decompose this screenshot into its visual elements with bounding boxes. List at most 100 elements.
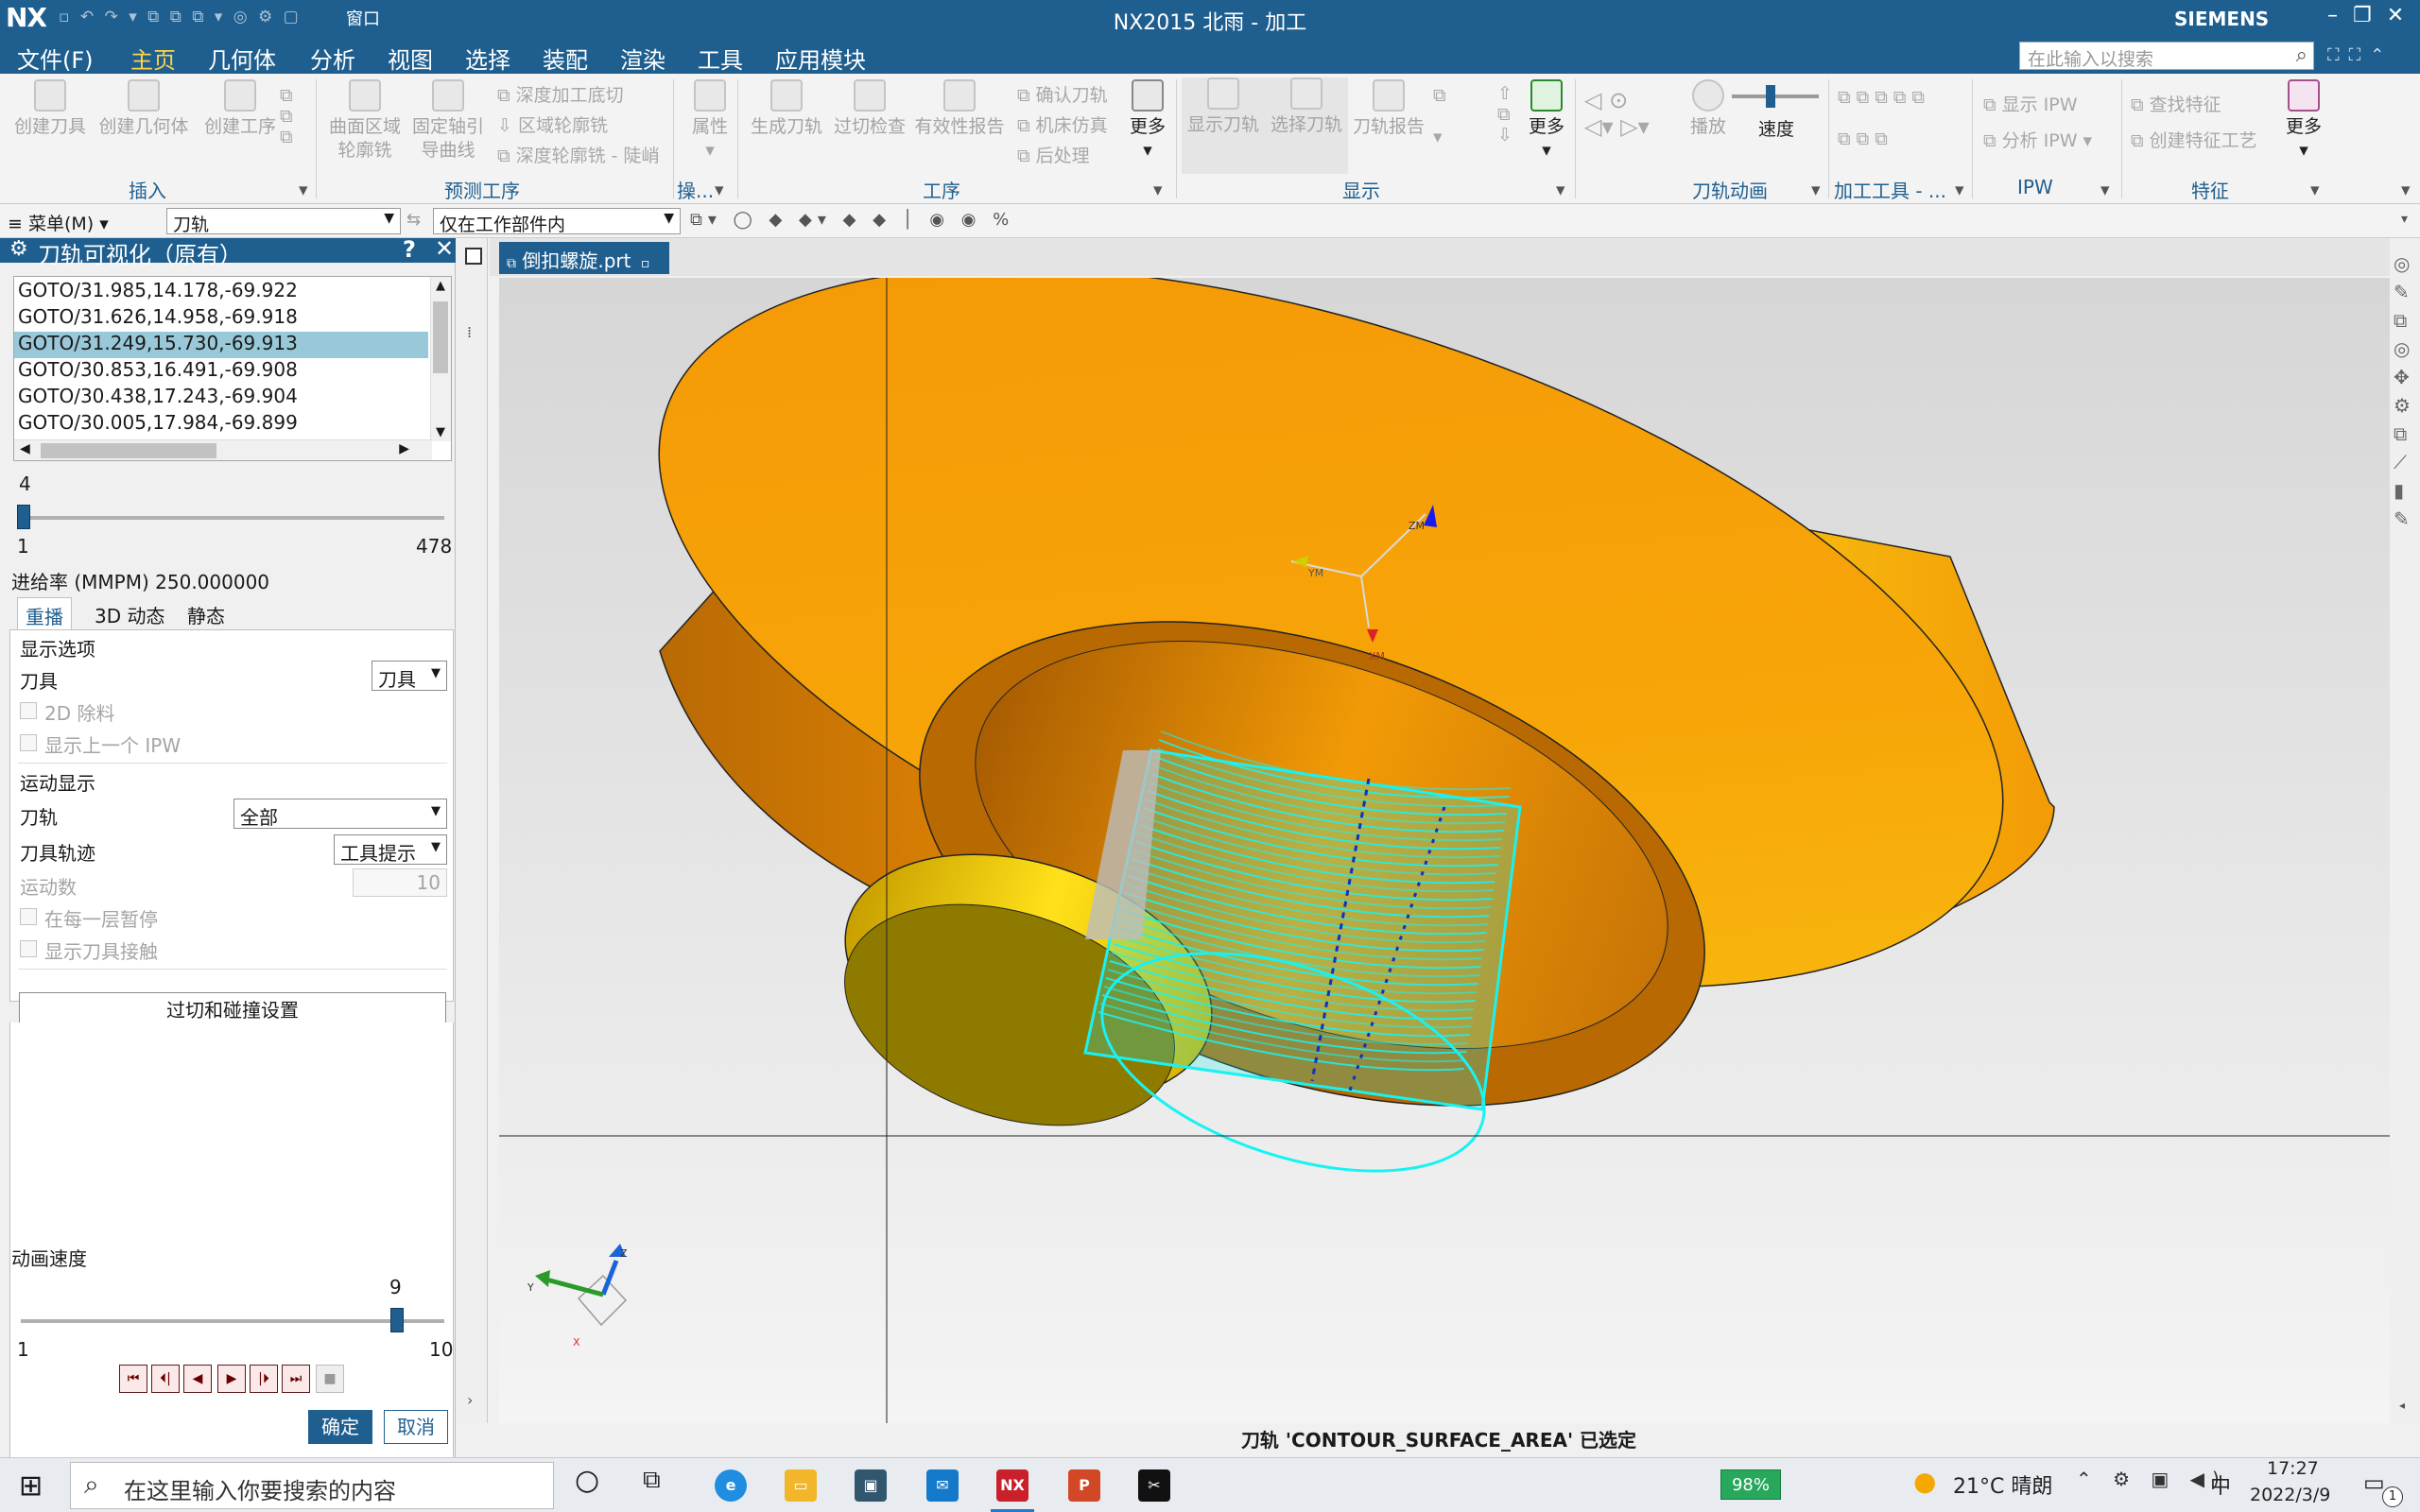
list-item[interactable]: GOTO/31.626,14.958,-69.918 (14, 305, 428, 332)
menu-render[interactable]: 渲染 (620, 42, 666, 75)
window-extra-icons[interactable]: ⛶⛶⌃ (2327, 45, 2394, 65)
nx-taskbar-icon[interactable]: NX (996, 1469, 1028, 1502)
step-back-button[interactable]: ⏴| (151, 1365, 180, 1393)
expand-icon[interactable]: › (467, 1391, 473, 1409)
feature-more-button[interactable]: 更多 ▾ (2278, 79, 2329, 163)
group-anim-expand-icon[interactable]: ▾ (1811, 180, 1821, 200)
scroll-thumb[interactable] (433, 301, 448, 373)
group-process-expand-icon[interactable]: ▾ (1153, 180, 1163, 200)
resource-bar-icons[interactable]: ◎ ✎ ⧉ ◎ ✥ ⚙ ⧉ ⟋ ▮ ✎ (2394, 249, 2411, 533)
part-model-view[interactable]: ZM YM XM Z Y X (499, 266, 2390, 1423)
anim-speed-track[interactable] (1732, 94, 1819, 98)
command-search-input[interactable]: 在此输入以搜索 ⌕ (2019, 42, 2314, 70)
type-filter-dropdown[interactable]: 刀轨 ▼ (166, 208, 401, 235)
battery-indicator[interactable]: 98% (1720, 1469, 1781, 1500)
window-controls[interactable]: –❐✕ (2327, 4, 2419, 27)
cancel-button[interactable]: 取消 (384, 1410, 448, 1444)
system-tray-icons[interactable]: ⌃ ⚙ ▣ ◀) (2076, 1468, 2227, 1490)
machine-simulation-button[interactable]: ⧉ 机床仿真 (1017, 112, 1108, 137)
play-forward-button[interactable]: ▶ (217, 1365, 246, 1393)
goto-start-button[interactable]: ⏮ (119, 1365, 147, 1393)
menu-applications[interactable]: 应用模块 (775, 42, 866, 75)
list-item[interactable]: GOTO/30.438,17.243,-69.904 (14, 385, 428, 411)
toolpath-report-button[interactable]: 刀轨报告 (1348, 79, 1429, 139)
toolbar-collapse-icon[interactable]: ▾ (2401, 212, 2408, 227)
insert-small-icons[interactable]: ⧉ ⧉ ⧉ (280, 85, 293, 147)
scroll-left-icon[interactable]: ◀ (20, 441, 30, 456)
search-icon[interactable]: ⌕ (2296, 43, 2308, 67)
mail-icon[interactable]: ✉ (926, 1469, 959, 1502)
anim-speed-slider-track[interactable] (21, 1319, 444, 1323)
depth-contour-steep-button[interactable]: ⧉ 深度轮廓铣 - 陡峭 (497, 142, 660, 167)
create-feature-process-button[interactable]: ⧉ 创建特征工艺 (2131, 127, 2257, 152)
display-small-icons[interactable]: ⧉ ▾ (1433, 85, 1446, 147)
properties-button[interactable]: 属性 ▾ (679, 79, 741, 163)
pause-each-layer-checkbox[interactable] (20, 908, 37, 925)
postprocess-button[interactable]: ⧉ 后处理 (1017, 142, 1090, 167)
create-operation-button[interactable]: 创建工序 (195, 79, 285, 139)
store-icon[interactable]: ▣ (855, 1469, 887, 1502)
filter-icon[interactable]: ⇆ (406, 210, 421, 230)
verify-toolpath-button[interactable]: ⧉ 确认刀轨 (1017, 81, 1108, 107)
scroll-thumb[interactable] (41, 443, 216, 458)
tab-pin-icon[interactable]: ▫ (641, 256, 650, 271)
validity-report-button[interactable]: 有效性报告 (909, 79, 1010, 139)
removal-2d-checkbox[interactable] (20, 702, 37, 719)
generate-toolpath-button[interactable]: 生成刀轨 (743, 79, 830, 139)
stop-button[interactable]: ■ (316, 1365, 344, 1393)
position-slider-thumb[interactable] (16, 505, 30, 529)
group-insert-expand-icon[interactable]: ▾ (299, 180, 308, 200)
tab-replay[interactable]: 重播 (17, 597, 72, 631)
strip-icon[interactable]: ⁞ (467, 323, 472, 341)
task-view-icon[interactable]: ⧉ (643, 1466, 661, 1495)
anim-nav-icons[interactable]: ◁ ⊙ ◁▾ ▷▾ (1584, 87, 1650, 140)
edge-icon[interactable]: e (715, 1469, 747, 1502)
show-toolpath-button[interactable]: 显示刀轨 (1182, 77, 1265, 174)
tab-static[interactable]: 静态 (180, 597, 233, 631)
ok-button[interactable]: 确定 (308, 1410, 372, 1444)
clock-date[interactable]: 2022/3/9 (2250, 1485, 2330, 1505)
group-ipw-expand-icon[interactable]: ▾ (2100, 180, 2110, 200)
gouge-check-button[interactable]: 过切检查 (828, 79, 911, 139)
show-ipw-button[interactable]: ⧉ 显示 IPW (1983, 91, 2078, 116)
display-more-button[interactable]: 更多 ▾ (1518, 79, 1575, 163)
anim-speed-slider-thumb[interactable] (390, 1308, 405, 1332)
file-explorer-icon[interactable]: ▭ (785, 1469, 817, 1502)
vertical-scrollbar[interactable]: ▲ ▼ (430, 277, 451, 441)
group-tools-expand-icon[interactable]: ▾ (1955, 180, 1964, 200)
gear-icon[interactable]: ⚙ (9, 237, 28, 261)
tab-3d-dynamic[interactable]: 3D 动态 (87, 597, 172, 631)
notification-icon[interactable]: ▭ (2363, 1469, 2385, 1496)
group-feature-expand-icon[interactable]: ▾ (2310, 180, 2320, 200)
play-reverse-button[interactable]: ◀ (183, 1365, 212, 1393)
scroll-right-icon[interactable]: ▶ (399, 441, 409, 456)
analyze-ipw-button[interactable]: ⧉ 分析 IPW ▾ (1983, 127, 2092, 152)
tool-trace-dropdown[interactable]: 工具提示 ▼ (334, 834, 447, 865)
machining-tools-icons[interactable]: ⧉ ⧉ ⧉ ⧉ ⧉ ⧉ ⧉ ⧉ (1838, 87, 1925, 149)
expand-icon[interactable]: ◂ (2399, 1399, 2405, 1412)
powerpoint-icon[interactable]: P (1068, 1469, 1100, 1502)
windows-start-icon[interactable]: ⊞ (19, 1469, 43, 1503)
area-contour-mill-button[interactable]: ⇩ 区域轮廓铣 (497, 112, 608, 137)
create-tool-button[interactable]: 创建刀具 (6, 79, 95, 139)
main-menu-button[interactable]: ≡ 菜单(M) ▾ (8, 210, 109, 235)
cortana-icon[interactable]: ○ (575, 1464, 599, 1497)
anim-speed-thumb[interactable] (1766, 85, 1775, 108)
show-prev-ipw-checkbox[interactable] (20, 734, 37, 751)
area-contour-button[interactable]: 曲面区域 轮廓铣 (321, 79, 408, 163)
toolpath-dropdown[interactable]: 全部 ▼ (233, 799, 447, 829)
ribbon-collapse-icon[interactable]: ▾ (2401, 180, 2411, 200)
goto-list[interactable]: GOTO/31.985,14.178,-69.922 GOTO/31.626,1… (13, 276, 452, 461)
help-icon[interactable]: ? (403, 236, 416, 263)
list-item-selected[interactable]: GOTO/31.249,15.730,-69.913 (14, 332, 428, 358)
fixed-axis-guide-button[interactable]: 固定轴引 导曲线 (405, 79, 492, 163)
window-restore-icon[interactable] (465, 248, 482, 265)
goto-end-button[interactable]: ⏭ (282, 1365, 310, 1393)
select-toolpath-button[interactable]: 选择刀轨 (1265, 77, 1348, 174)
horizontal-scrollbar[interactable]: ◀ ▶ (14, 439, 432, 460)
selection-scope-dropdown[interactable]: 仅在工作部件内 ▼ (433, 208, 681, 235)
play-button[interactable]: 播放 (1686, 79, 1730, 139)
menu-select[interactable]: 选择 (465, 42, 510, 75)
scroll-up-icon[interactable]: ▲ (436, 279, 445, 293)
display-arrow-icons[interactable]: ⇧ ⧉ ⇩ (1497, 83, 1512, 146)
